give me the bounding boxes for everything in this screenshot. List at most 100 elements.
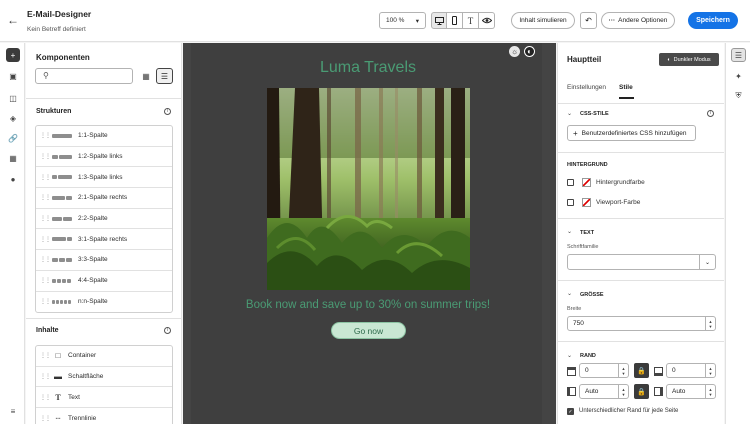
add-icon[interactable]: + (6, 48, 20, 62)
stepper-icon[interactable]: ▲ ▼ (618, 385, 628, 398)
different-border-checkbox[interactable]: ✓ (567, 408, 574, 415)
border-top-input[interactable]: 0 ▲ ▼ (579, 363, 629, 378)
search-input[interactable]: ⚲ (35, 68, 133, 84)
undo-button[interactable]: ↶ (580, 12, 597, 29)
hero-image[interactable] (267, 88, 470, 290)
fragments-icon[interactable]: ▦ (6, 151, 20, 165)
magic-wand-icon[interactable]: ✦ (731, 69, 746, 83)
list-item[interactable]: ⋮⋮ 2:1-Spalte rechts (36, 188, 172, 209)
list-item[interactable]: ⋮⋮ 1:3-Spalte links (36, 167, 172, 189)
tab-indicator (619, 97, 634, 99)
stepper-icon[interactable]: ▲ ▼ (705, 385, 715, 398)
layers-icon[interactable]: ◈ (6, 111, 20, 125)
list-view-icon[interactable]: ☰ (156, 68, 173, 84)
chevron-down-icon[interactable]: ⌄ (567, 290, 572, 297)
background-color-checkbox[interactable] (567, 179, 574, 186)
list-item[interactable]: ⋮⋮ 2:2-Spalte (36, 209, 172, 230)
list-item[interactable]: ⋮⋮ 1:2-Spalte links (36, 147, 172, 168)
drag-handle-icon: ⋮⋮ (40, 374, 51, 381)
info-icon[interactable]: i (164, 327, 171, 334)
desktop-icon[interactable] (431, 12, 447, 29)
structures-list: ⋮⋮ 1:1-Spalte ⋮⋮ 1:2-Spalte links ⋮⋮ 1:3-Sp… (35, 125, 173, 314)
link-icon[interactable]: 🔗 (6, 131, 20, 145)
sliders-icon[interactable]: ☰ (731, 48, 746, 62)
stepper-icon[interactable]: ▲ ▼ (705, 364, 715, 377)
more-dots-icon: ··· (608, 17, 616, 24)
drag-handle-icon: ⋮⋮ (40, 133, 51, 140)
lock-icon[interactable]: 🔒 (634, 363, 649, 378)
border-left-value: Auto (585, 388, 599, 395)
list-item[interactable]: ⋮⋮ ┄ Trennlinie (36, 408, 172, 424)
info-icon[interactable]: i (164, 108, 171, 115)
chevron-down-icon[interactable]: ⌄ (567, 228, 572, 235)
left-rail: + ▣ ◫ ◈ 🔗 ▦ ● ≡ (0, 43, 25, 424)
list-item[interactable]: ⋮⋮ 1:1-Spalte (36, 126, 172, 147)
drag-handle-icon: ⋮⋮ (40, 236, 51, 243)
stack-icon[interactable]: ≡ (6, 404, 20, 418)
text-icon: T (55, 392, 61, 402)
chevron-down-icon[interactable]: ⌄ (567, 352, 572, 359)
button-icon: ▬ (54, 372, 62, 382)
promo-text[interactable]: Book now and save up to 30% on summer tr… (183, 299, 553, 311)
zoom-select[interactable]: 100 % ▾ (379, 12, 426, 29)
email-subject: Kein Betreff definiert (27, 26, 86, 33)
light-mode-icon[interactable]: ☼ (509, 46, 520, 57)
lock-icon[interactable]: 🔒 (634, 384, 649, 399)
go-now-button[interactable]: Go now (331, 322, 406, 339)
width-value: 750 (573, 320, 584, 327)
drag-handle-icon: ⋮⋮ (40, 174, 51, 181)
list-item[interactable]: ⋮⋮ ▬ Schaltfläche (36, 367, 172, 388)
list-item[interactable]: ⋮⋮ T Text (36, 387, 172, 409)
tab-styles[interactable]: Stile (619, 84, 633, 91)
save-button[interactable]: Speichern (688, 12, 738, 29)
viewport-color-checkbox[interactable] (567, 199, 574, 206)
email-canvas[interactable]: ☼ ◐ Luma Travels Book now and save up to… (183, 43, 556, 424)
font-family-select[interactable]: ⌄ (567, 254, 716, 270)
more-options-button[interactable]: ··· Andere Optionen (601, 12, 675, 29)
grid-view-icon[interactable]: ▦ (138, 68, 154, 84)
search-icon: ⚲ (43, 71, 49, 80)
css-styles-heading: CSS-STILE (580, 111, 609, 117)
dark-mode-toggle[interactable]: ◐ Dunkler Modus (659, 53, 719, 66)
viewport-color-swatch[interactable] (582, 198, 591, 207)
dark-mode-icon[interactable]: ◐ (524, 46, 535, 57)
personalization-icon[interactable]: ● (6, 172, 20, 186)
form-icon[interactable]: ▣ (6, 69, 20, 83)
back-arrow-icon[interactable]: ← (7, 13, 19, 27)
preview-mode-group: T (431, 12, 495, 29)
eye-icon[interactable] (479, 12, 495, 29)
list-item[interactable]: ⋮⋮ □ Container (36, 346, 172, 367)
border-bottom-value: 0 (672, 367, 676, 374)
viewport-color-label: Viewport-Farbe (596, 199, 641, 206)
list-item[interactable]: ⋮⋮ 4:4-Spalte (36, 271, 172, 292)
brand-heading[interactable]: Luma Travels (183, 59, 553, 77)
width-input[interactable]: 750 ▲ ▼ (567, 316, 716, 331)
border-left-input[interactable]: Auto ▲ ▼ (579, 384, 629, 399)
info-icon[interactable]: i (707, 110, 714, 117)
border-right-icon (654, 387, 663, 396)
simulate-content-button[interactable]: Inhalt simulieren (511, 12, 575, 29)
border-bottom-input[interactable]: 0 ▲ ▼ (666, 363, 716, 378)
stepper-icon[interactable]: ▲ ▼ (705, 317, 715, 330)
background-color-swatch[interactable] (582, 178, 591, 187)
text-icon[interactable]: T (463, 12, 479, 29)
stepper-icon[interactable]: ▲ ▼ (618, 364, 628, 377)
tab-settings[interactable]: Einstellungen (567, 84, 606, 91)
undo-icon: ↶ (585, 16, 592, 25)
list-item[interactable]: ⋮⋮ n:n-Spalte (36, 292, 172, 313)
layout-icon (52, 175, 72, 180)
background-color-label: Hintergrundfarbe (596, 179, 645, 186)
shield-icon[interactable]: ⛨ (731, 89, 746, 103)
list-item[interactable]: ⋮⋮ 3:3-Spalte (36, 250, 172, 271)
layout-icon (52, 257, 72, 262)
chevron-down-icon[interactable]: ⌄ (567, 110, 572, 117)
assets-icon[interactable]: ◫ (6, 91, 20, 105)
layout-icon (52, 237, 72, 242)
list-item[interactable]: ⋮⋮ 3:1-Spalte rechts (36, 229, 172, 251)
add-custom-css-button[interactable]: + Benutzerdefiniertes CSS hinzufügen (567, 125, 696, 141)
mobile-icon[interactable] (447, 12, 463, 29)
divider (558, 218, 724, 219)
divider (558, 280, 724, 281)
container-icon: □ (55, 351, 61, 361)
border-right-input[interactable]: Auto ▲ ▼ (666, 384, 716, 399)
